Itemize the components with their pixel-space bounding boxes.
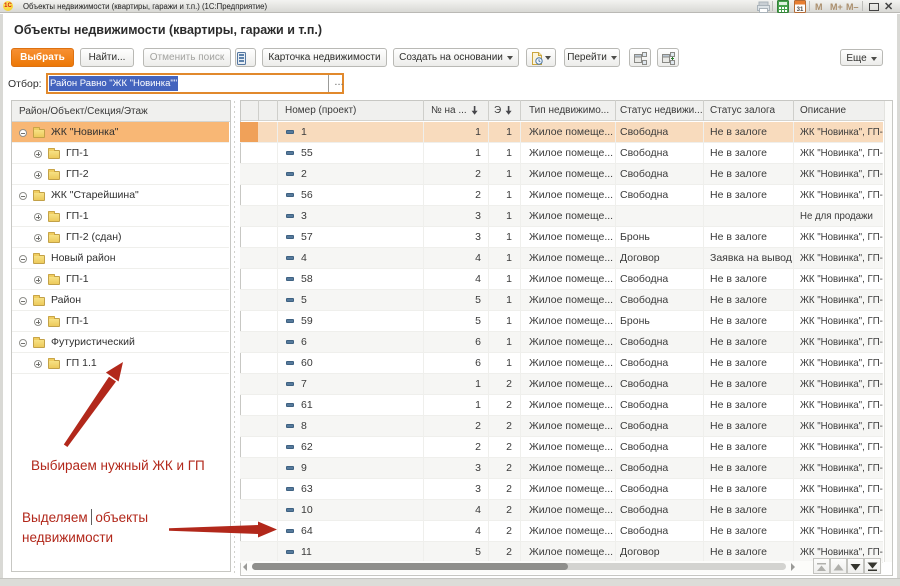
svg-text:31: 31: [797, 7, 804, 13]
